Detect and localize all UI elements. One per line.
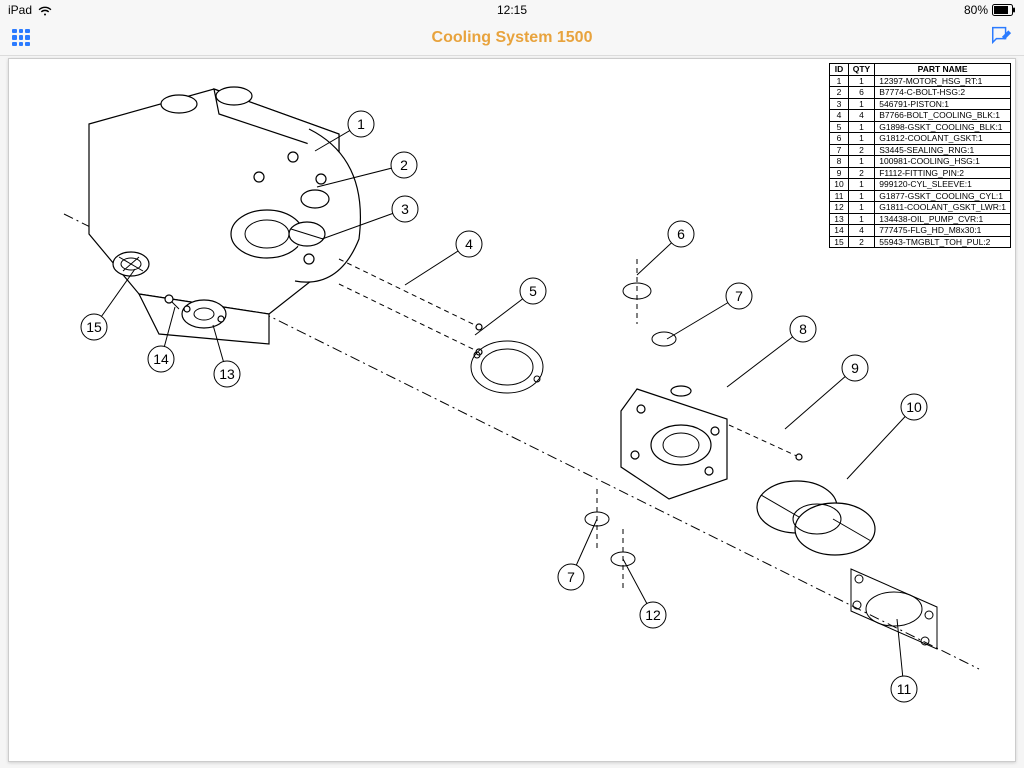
part-ring-7a xyxy=(652,332,676,346)
balloon-label: 2 xyxy=(400,157,408,173)
exploded-view-svg: 1234567789101112131415 xyxy=(9,59,1015,761)
ios-status-bar: iPad 12:15 80% xyxy=(0,0,1024,20)
toolbar: Cooling System 1500 xyxy=(0,20,1024,56)
balloon-label: 3 xyxy=(401,201,409,217)
leader-line xyxy=(785,368,855,429)
part-bolts-4 xyxy=(339,259,482,355)
drawing-canvas[interactable]: ID QTY PART NAME 1112397-MOTOR_HSG_RT:12… xyxy=(8,58,1016,762)
part-gasket-5 xyxy=(471,341,543,393)
part-gasket-11 xyxy=(851,569,937,649)
part-pins-9 xyxy=(729,425,802,460)
page-title: Cooling System 1500 xyxy=(432,29,593,47)
balloon-label: 1 xyxy=(357,116,365,132)
leader-line xyxy=(727,329,803,387)
balloon-label: 4 xyxy=(465,236,473,252)
part-motor-housing xyxy=(89,87,360,344)
apps-button[interactable] xyxy=(12,29,30,47)
balloon-label: 14 xyxy=(153,351,169,367)
part-pulley-15 xyxy=(113,252,149,276)
markup-button[interactable] xyxy=(990,24,1012,51)
annotate-icon xyxy=(990,24,1012,51)
wifi-icon xyxy=(38,5,52,16)
balloon-label: 13 xyxy=(219,366,235,382)
balloon-label: 7 xyxy=(567,569,575,585)
balloon-label: 8 xyxy=(799,321,807,337)
balloon-label: 11 xyxy=(897,681,912,697)
part-sleeve-10 xyxy=(757,481,875,555)
balloon-label: 10 xyxy=(906,399,922,415)
balloon-label: 5 xyxy=(529,283,537,299)
balloon-label: 6 xyxy=(677,226,685,242)
balloon-label: 7 xyxy=(735,288,743,304)
grid-icon xyxy=(12,29,30,47)
leader-line xyxy=(847,407,914,479)
balloon-label: 12 xyxy=(645,607,661,623)
device-label: iPad xyxy=(8,3,32,17)
battery-icon xyxy=(992,4,1016,16)
battery-percent: 80% xyxy=(964,3,988,17)
balloon-label: 15 xyxy=(86,319,102,335)
clock: 12:15 xyxy=(497,3,527,17)
part-gasket-6 xyxy=(623,259,651,324)
part-cooling-hsg-8 xyxy=(621,386,727,499)
part-oilpump-cover-13 xyxy=(182,300,226,328)
balloon-label: 9 xyxy=(851,360,859,376)
